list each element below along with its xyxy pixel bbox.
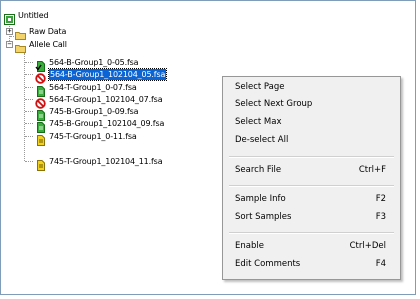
no-entry-icon — [35, 94, 46, 109]
menu-item-label: Search File — [235, 165, 282, 175]
menu-item-label: Select Page — [235, 82, 285, 92]
file-label: 745-T-Group1_102104_11.fsa — [49, 157, 163, 166]
tree-connector — [25, 136, 33, 137]
menu-item-search-file[interactable]: Search File Ctrl+F — [223, 164, 400, 178]
expand-raw-data-button[interactable]: + — [6, 28, 13, 35]
menu-separator — [229, 156, 394, 158]
menu-item-label: Select Next Group — [235, 99, 313, 109]
tree-file-item-selected[interactable]: 564-B-Group1_102104_05.fsa — [35, 68, 168, 84]
menu-item-label: De-select All — [235, 135, 289, 145]
tree-item-raw-data-label: Raw Data — [29, 27, 67, 36]
menu-item-label: Enable — [235, 241, 264, 251]
no-entry-icon — [35, 69, 46, 84]
tree-file-item[interactable]: 564-B-Group1_0-05.fsa — [35, 57, 139, 72]
context-menu: Select Page Select Next Group Select Max… — [222, 76, 401, 280]
tree-connector — [25, 99, 33, 100]
green-file-icon — [35, 82, 46, 97]
menu-separator — [229, 232, 394, 234]
menu-item-shortcut: F3 — [375, 212, 386, 222]
project-icon — [4, 10, 15, 25]
yellow-file-icon — [35, 131, 46, 146]
menu-item-deselect-all[interactable]: De-select All — [223, 134, 400, 148]
menu-item-shortcut: F4 — [375, 259, 386, 269]
yellow-file-icon — [35, 156, 46, 171]
tree-file-item[interactable]: 564-T-Group1_0-07.fsa — [35, 82, 137, 97]
menu-item-sort-samples[interactable]: Sort Samples F3 — [223, 211, 400, 225]
tree-file-item[interactable]: 564-T-Group1_102104_07.fsa — [35, 94, 163, 109]
green-file-icon — [35, 118, 46, 133]
menu-item-shortcut: Ctrl+F — [358, 165, 386, 175]
tree-connector — [25, 87, 33, 88]
file-label: 564-T-Group1_0-07.fsa — [49, 83, 137, 92]
tree-file-item[interactable]: 745-B-Group1_102104_09.fsa — [35, 118, 165, 133]
file-label: 564-B-Group1_102104_05.fsa — [47, 68, 168, 81]
tree-connector — [24, 53, 25, 161]
tree-connector — [25, 123, 33, 124]
tree-root[interactable]: Untitled — [4, 10, 49, 25]
menu-item-label: Edit Comments — [235, 259, 301, 269]
menu-item-sample-info[interactable]: Sample Info F2 — [223, 193, 400, 207]
tree-connector — [25, 161, 33, 162]
tree-item-allele-call[interactable]: Allele Call — [15, 39, 67, 53]
green-file-check-icon — [35, 57, 46, 72]
tree-file-item[interactable]: 745-B-Group1_0-09.fsa — [35, 106, 139, 121]
tree-item-allele-call-label: Allele Call — [29, 40, 67, 49]
file-label: 564-B-Group1_0-05.fsa — [49, 58, 139, 67]
file-label: 745-B-Group1_0-09.fsa — [49, 107, 139, 116]
folder-icon — [15, 39, 26, 53]
tree-connector — [10, 36, 14, 37]
tree-connector — [25, 62, 33, 63]
menu-separator — [229, 185, 394, 187]
green-file-icon — [35, 106, 46, 121]
menu-item-edit-comments[interactable]: Edit Comments F4 — [223, 258, 400, 272]
menu-item-enable[interactable]: Enable Ctrl+Del — [223, 240, 400, 254]
tree-connector — [25, 111, 33, 112]
file-label: 745-B-Group1_102104_09.fsa — [49, 119, 165, 128]
menu-item-select-max[interactable]: Select Max — [223, 116, 400, 130]
menu-item-label: Sample Info — [235, 194, 286, 204]
tree-connector — [25, 74, 33, 75]
tree-file-item[interactable]: 745-T-Group1_102104_11.fsa — [35, 156, 163, 171]
folder-icon — [15, 26, 26, 40]
tree-item-raw-data[interactable]: Raw Data — [15, 26, 67, 40]
menu-item-shortcut: F2 — [375, 194, 386, 204]
menu-item-label: Select Max — [235, 117, 282, 127]
menu-item-label: Sort Samples — [235, 212, 292, 222]
menu-item-select-next-group[interactable]: Select Next Group — [223, 98, 400, 112]
tree-file-item[interactable]: 745-T-Group1_0-11.fsa — [35, 131, 137, 146]
menu-item-select-page[interactable]: Select Page — [223, 81, 400, 95]
collapse-allele-call-button[interactable]: − — [6, 41, 13, 48]
file-label: 564-T-Group1_102104_07.fsa — [49, 95, 163, 104]
file-label: 745-T-Group1_0-11.fsa — [49, 132, 137, 141]
tree-root-label: Untitled — [18, 11, 49, 20]
menu-item-shortcut: Ctrl+Del — [349, 241, 386, 251]
